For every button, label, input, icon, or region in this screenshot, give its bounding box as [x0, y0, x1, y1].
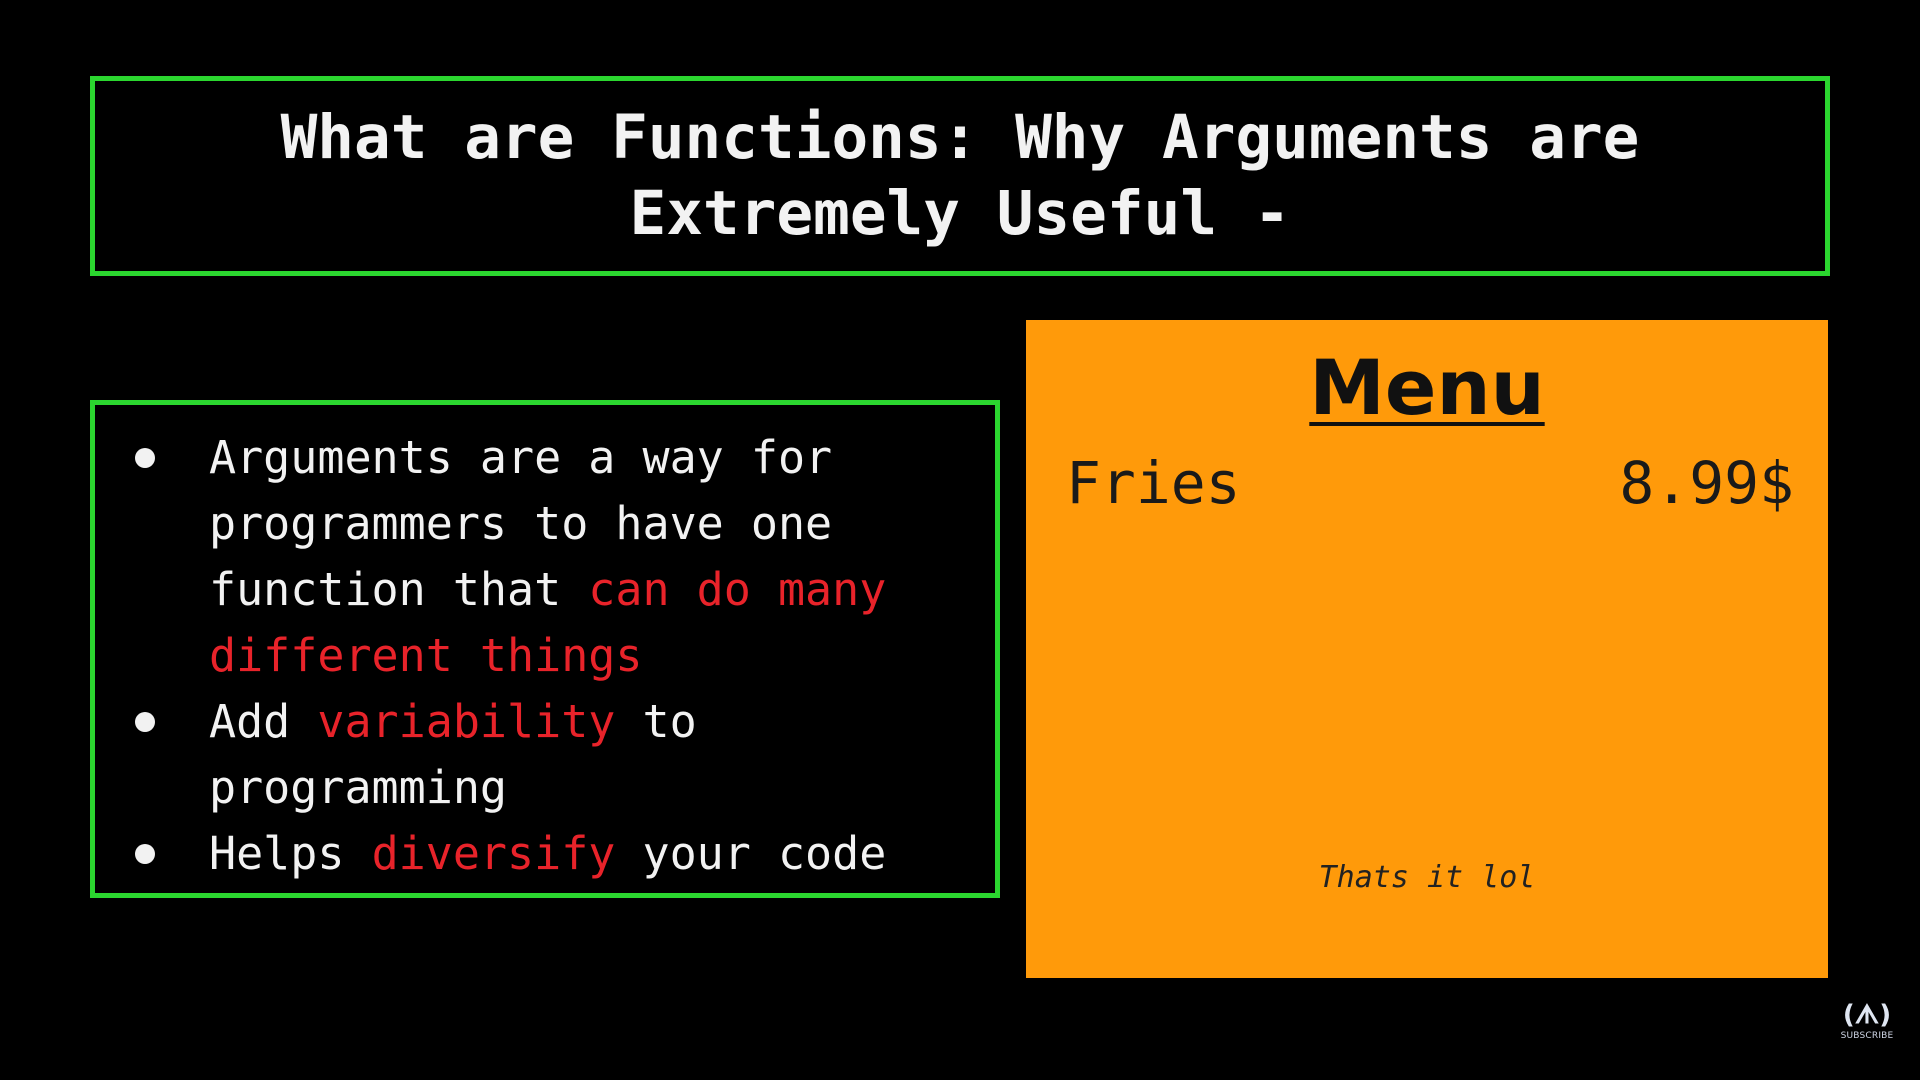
title-frame: What are Functions: Why Arguments are Ex…: [90, 76, 1830, 276]
bullet-dot-icon: [135, 448, 155, 468]
bullet-points-frame: Arguments are a way for programmers to h…: [90, 400, 1000, 898]
bullet-item: Helps diversify your code: [135, 821, 965, 887]
menu-item-row: Fries 8.99$: [1066, 438, 1794, 528]
bullet-list: Arguments are a way for programmers to h…: [135, 425, 965, 887]
subscribe-badge[interactable]: (ᗑ) SUBSCRIBE: [1840, 1000, 1894, 1048]
menu-board: Menu Fries 8.99$ Thats it lol: [1026, 320, 1828, 978]
bullet-item: Arguments are a way for programmers to h…: [135, 425, 965, 689]
bullet-text: Helps: [209, 827, 372, 880]
slide-title: What are Functions: Why Arguments are Ex…: [281, 100, 1640, 252]
bullet-text: Add: [209, 695, 318, 748]
bullet-highlight: variability: [317, 695, 616, 748]
menu-title: Menu: [1309, 343, 1545, 432]
bullet-item: Add variability to programming: [135, 689, 965, 821]
slide-title-line-1: What are Functions: Why Arguments are: [280, 102, 1640, 173]
slide-title-line-2: Extremely Useful -: [629, 178, 1291, 249]
menu-item-price: 8.99$: [1619, 449, 1794, 517]
bullet-dot-icon: [135, 712, 155, 732]
bullet-dot-icon: [135, 844, 155, 864]
subscribe-label: SUBSCRIBE: [1840, 1031, 1894, 1041]
menu-item-name: Fries: [1066, 449, 1241, 517]
freecodecamp-flame-icon: (ᗑ): [1842, 1000, 1892, 1030]
bullet-highlight: diversify: [371, 827, 616, 880]
menu-footer-note: Thats it lol: [1318, 860, 1536, 895]
bullet-text-after: your code: [615, 827, 887, 880]
